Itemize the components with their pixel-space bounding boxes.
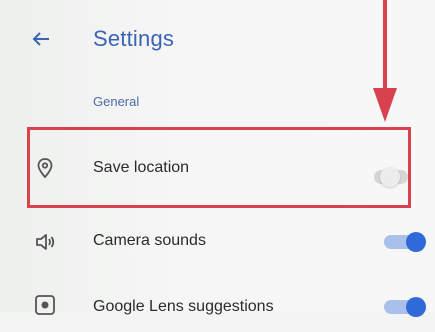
annotation-arrow-icon — [373, 0, 397, 122]
setting-label: Camera sounds — [93, 232, 206, 249]
setting-row-google-lens[interactable]: Google Lens suggestions — [0, 276, 435, 332]
camera-sounds-toggle[interactable] — [384, 232, 426, 252]
arrow-back-icon[interactable] — [30, 28, 52, 50]
setting-row-camera-sounds[interactable]: Camera sounds — [0, 214, 435, 270]
section-header-general: General — [93, 94, 140, 109]
toggle-knob — [406, 297, 426, 317]
setting-label: Google Lens suggestions — [93, 298, 274, 315]
toggle-knob — [406, 232, 426, 252]
settings-page: Settings General Save location Camera so… — [0, 0, 435, 317]
page-title: Settings — [93, 26, 175, 51]
highlight-box — [27, 127, 411, 208]
volume-icon — [36, 234, 55, 250]
lens-icon — [35, 295, 55, 315]
